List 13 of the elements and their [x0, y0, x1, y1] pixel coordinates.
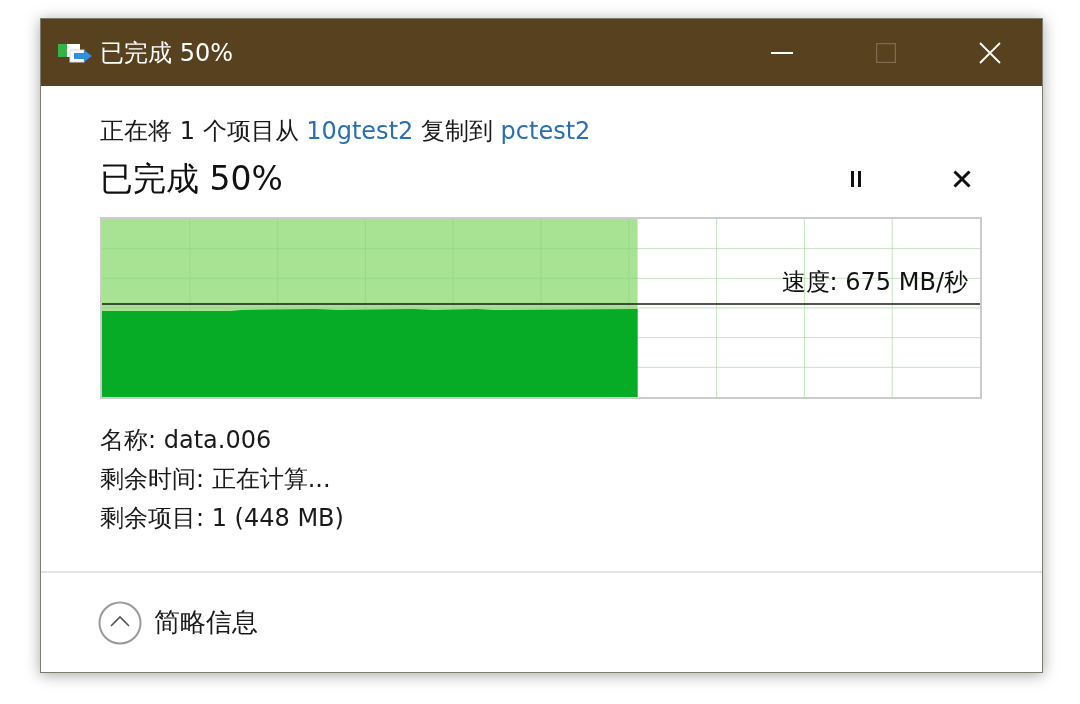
folder-link[interactable]: 10gtest2 — [306, 117, 414, 145]
pause-icon — [851, 171, 861, 187]
window-title: 已完成 50% — [100, 37, 233, 69]
speed-label: 速度: 675 MB/秒 — [781, 267, 968, 297]
progress-title: 已完成 50% — [100, 158, 283, 200]
copy-description: 正在将 1 个项目从 10gtest2 复制到 pctest2 — [100, 116, 591, 146]
folder-link[interactable]: pctest2 — [500, 117, 591, 145]
details-toggle[interactable]: 简略信息 — [98, 600, 258, 645]
cancel-icon — [953, 170, 971, 188]
detail-text: 剩余项目: 1 (448 MB) — [100, 503, 344, 534]
file-copy-icon — [58, 41, 92, 64]
detail-text: 剩余时间: 正在计算... — [100, 464, 331, 495]
detail-text: 名称: data.006 — [100, 425, 272, 456]
